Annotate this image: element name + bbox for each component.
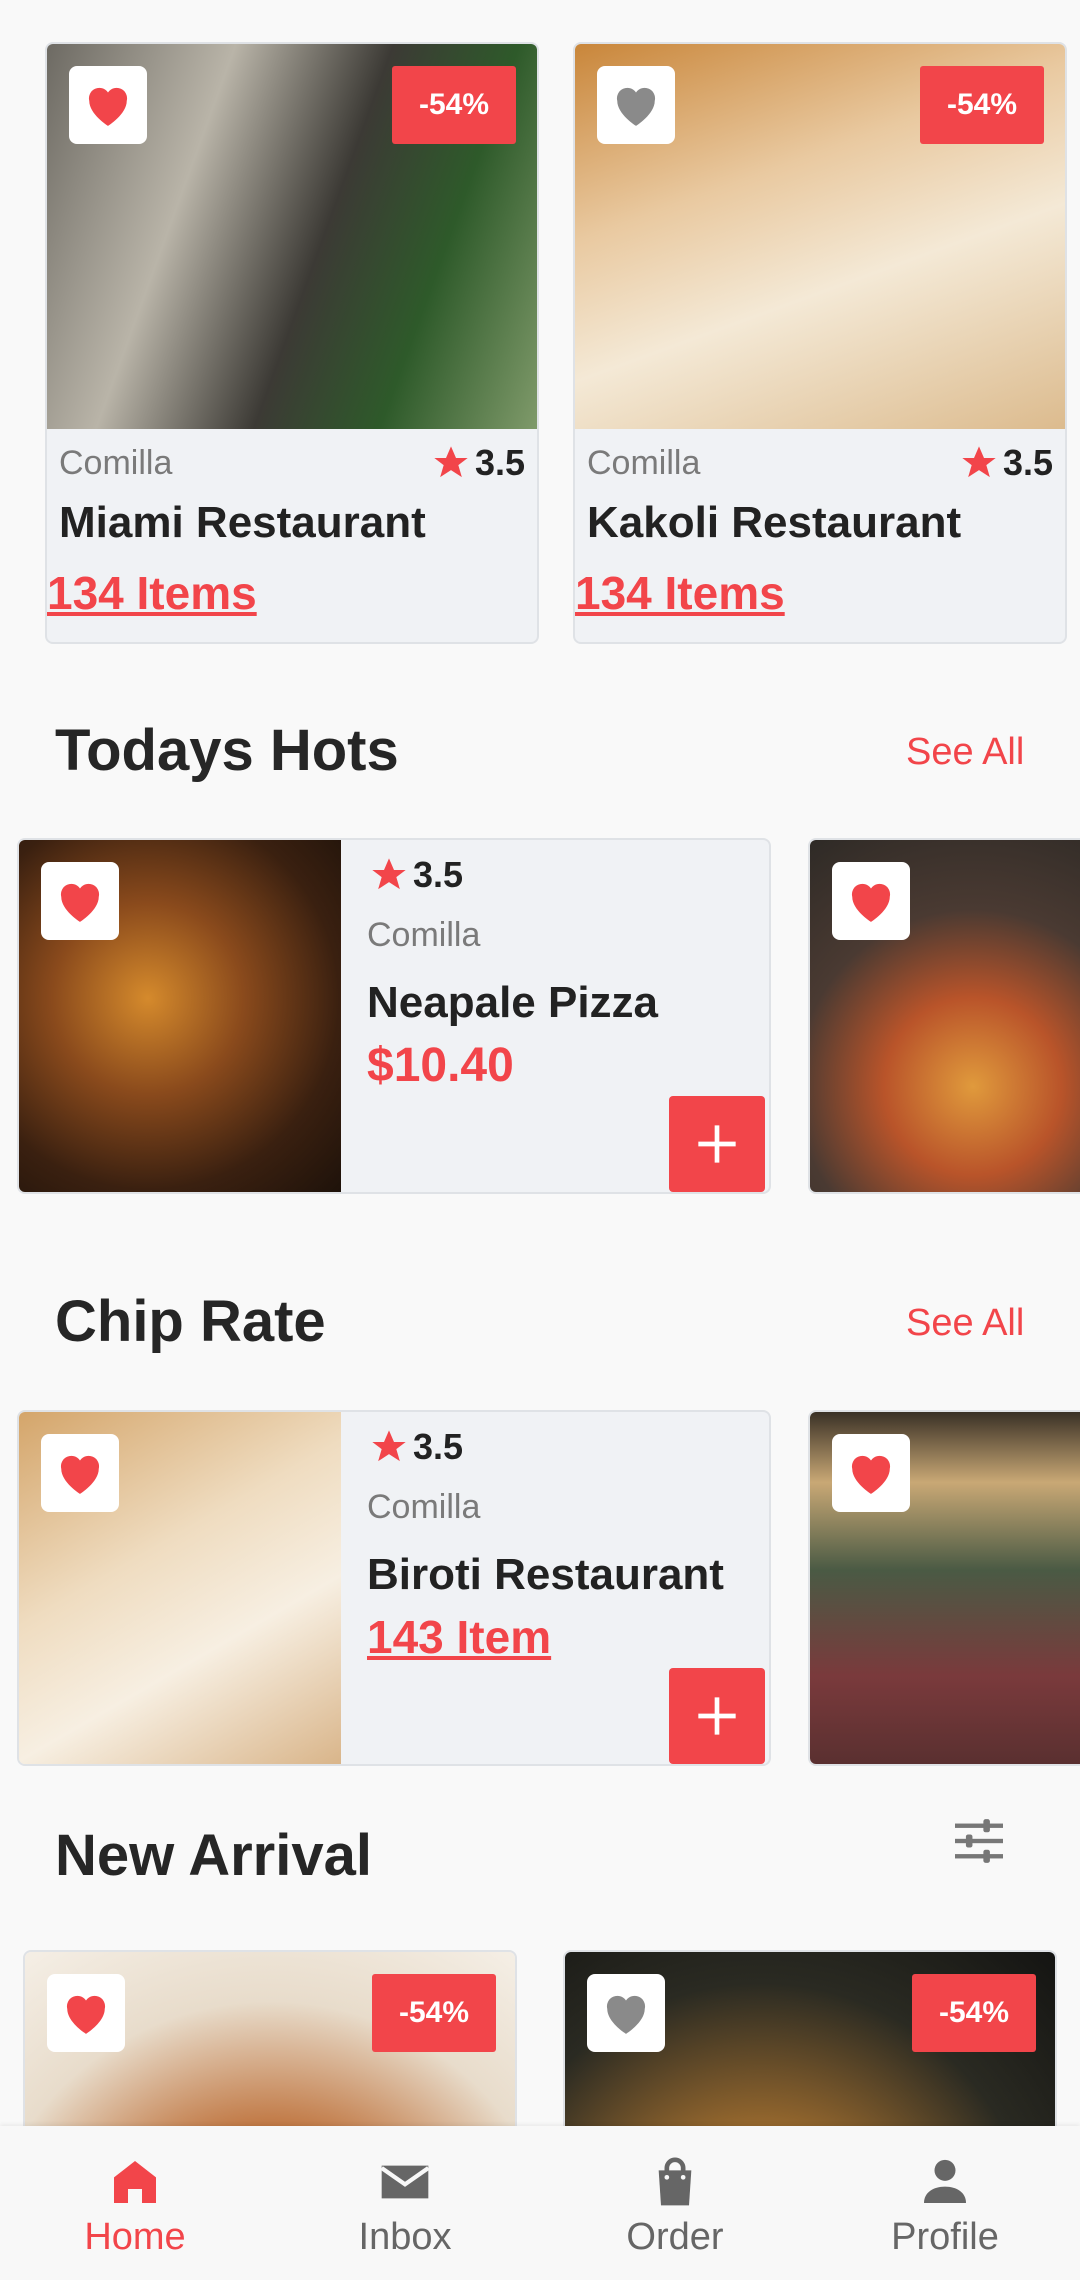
favorite-button[interactable] [41, 1434, 119, 1512]
favorite-button[interactable] [832, 862, 910, 940]
rating: 3.5 [959, 442, 1053, 484]
nav-item-inbox[interactable]: Inbox [270, 2126, 540, 2280]
person-icon [924, 2159, 966, 2203]
restaurant-location: Comilla [587, 444, 701, 482]
favorite-button[interactable] [832, 1434, 910, 1512]
section-title-todays-hots: Todays Hots [55, 718, 399, 783]
nav-item-profile[interactable]: Profile [810, 2126, 1080, 2280]
favorite-button[interactable] [47, 1974, 125, 2052]
restaurant-location: Comilla [367, 1488, 481, 1526]
nav-item-home[interactable]: Home [0, 2126, 270, 2280]
product-name: Neapale Pizza [367, 978, 659, 1027]
section-title-chip-rate: Chip Rate [55, 1289, 326, 1354]
star-icon [372, 858, 406, 890]
sliders-icon [955, 1819, 1003, 1863]
restaurant-card[interactable]: -54% Comilla 3.5 Kakoli Restaurant 134 I… [573, 42, 1067, 644]
heart-icon [606, 1995, 646, 2034]
product-card[interactable]: 3.5 Comilla Neapale Pizza $10.40 [17, 838, 771, 1194]
nav-item-order[interactable]: Order [540, 2126, 810, 2280]
section-title-new-arrival: New Arrival [55, 1823, 372, 1888]
discount-badge: -54% [392, 66, 516, 144]
heart-icon [88, 87, 128, 126]
favorite-button[interactable] [41, 862, 119, 940]
heart-icon [60, 883, 100, 922]
add-button[interactable] [669, 1668, 765, 1764]
see-all-link[interactable]: See All [906, 731, 1024, 774]
star-icon [962, 446, 996, 478]
see-all-link[interactable]: See All [906, 1302, 1024, 1345]
items-link[interactable]: 134 Items [47, 566, 257, 620]
favorite-button[interactable] [69, 66, 147, 144]
add-to-cart-button[interactable] [669, 1096, 765, 1192]
discount-badge: -54% [372, 1974, 496, 2052]
product-price: $10.40 [367, 1039, 514, 1092]
favorite-button[interactable] [597, 66, 675, 144]
mail-icon [380, 2165, 430, 2199]
restaurant-card[interactable]: 3.5 Comilla Biroti Restaurant 143 Item [17, 1410, 771, 1766]
rating: 3.5 [369, 1426, 463, 1468]
heart-icon [851, 1455, 891, 1494]
restaurant-location: Comilla [59, 444, 173, 482]
plus-icon [698, 1697, 736, 1735]
restaurant-card[interactable]: -54% Comilla 3.5 Miami Restaurant 134 It… [45, 42, 539, 644]
items-link[interactable]: 134 Items [575, 566, 785, 620]
heart-icon [60, 1455, 100, 1494]
home-icon [114, 2161, 156, 2203]
items-link[interactable]: 143 Item [367, 1610, 551, 1664]
restaurant-name: Kakoli Restaurant [587, 498, 962, 547]
discount-badge: -54% [920, 66, 1044, 144]
restaurant-name: Miami Restaurant [59, 498, 426, 547]
restaurant-card[interactable] [808, 1410, 1080, 1766]
shopping-bag-icon [658, 2157, 692, 2206]
heart-icon [851, 883, 891, 922]
plus-icon [698, 1125, 736, 1163]
star-icon [434, 446, 468, 478]
star-icon [372, 1430, 406, 1462]
favorite-button[interactable] [587, 1974, 665, 2052]
bottom-navigation: Home Inbox Order Profile [0, 2126, 1080, 2280]
product-card[interactable] [808, 838, 1080, 1194]
heart-icon [616, 87, 656, 126]
heart-icon [66, 1995, 106, 2034]
product-location: Comilla [367, 916, 481, 954]
discount-badge: -54% [912, 1974, 1036, 2052]
rating: 3.5 [431, 442, 525, 484]
restaurant-name: Biroti Restaurant [367, 1550, 724, 1599]
filter-button[interactable] [948, 1810, 1010, 1872]
rating: 3.5 [369, 854, 463, 896]
